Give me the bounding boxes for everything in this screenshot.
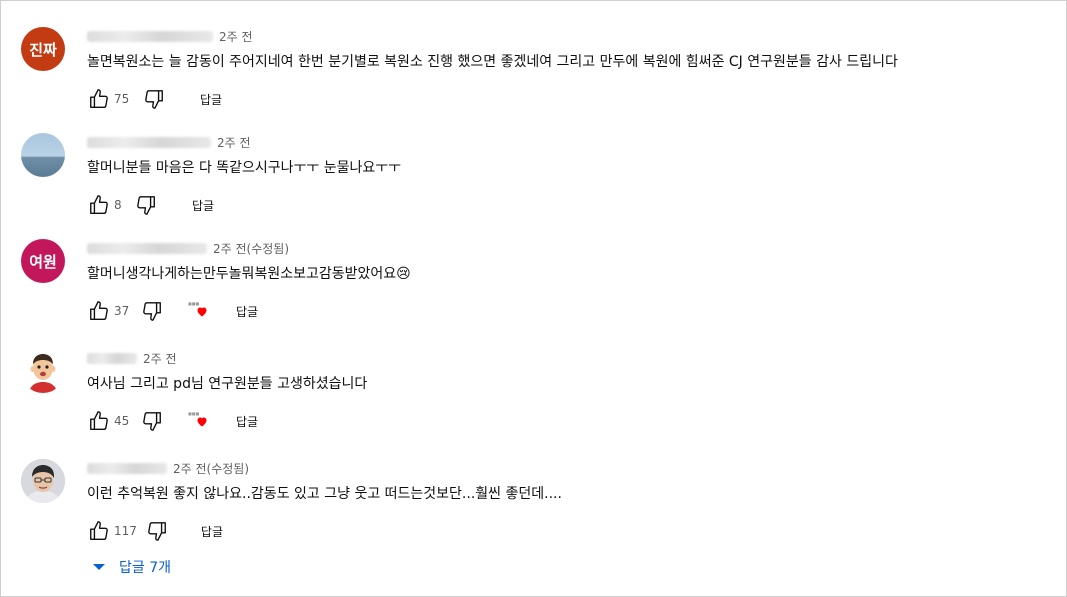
comment-body: 2주 전 여사님 그리고 pd님 연구원분들 고생하셨습니다 45 ■■■ 답글 — [87, 349, 1061, 433]
author-name-blurred[interactable] — [87, 462, 167, 474]
person-photo-icon — [21, 459, 65, 503]
like-count: 117 — [114, 524, 137, 538]
comment-actions: 37 ■■■ 답글 — [87, 299, 1061, 323]
thumbs-down-icon — [145, 90, 163, 109]
heart-icon — [197, 307, 207, 317]
comment-meta: 2주 전 — [87, 133, 1061, 151]
creator-heart-badge: ■■■ — [188, 410, 214, 432]
like-button[interactable] — [87, 409, 111, 433]
comment-text: 여사님 그리고 pd님 연구원분들 고생하셨습니다 — [87, 376, 368, 392]
caret-down-icon — [93, 564, 105, 570]
reply-button[interactable]: 답글 — [194, 87, 228, 112]
thumbs-up-icon — [90, 411, 108, 430]
comment-meta: 2주 전(수정됨) — [87, 459, 1061, 477]
comment-body: 2주 전 놀면복원소는 늘 감동이 주어지네여 한번 분기별로 복원소 진행 했… — [87, 27, 1061, 111]
avatar[interactable] — [21, 459, 65, 503]
avatar[interactable] — [21, 349, 65, 393]
thumbs-up-icon — [90, 301, 108, 320]
comment-time[interactable]: 2주 전(수정됨) — [213, 240, 289, 257]
child-face-icon — [21, 349, 65, 393]
comment-time[interactable]: 2주 전 — [219, 28, 253, 45]
dislike-button[interactable] — [134, 193, 158, 217]
like-button[interactable] — [87, 299, 111, 323]
like-count: 8 — [114, 198, 122, 212]
comment-text: 놀면복원소는 늘 감동이 주어지네여 한번 분기별로 복원소 진행 했으면 좋겠… — [87, 54, 898, 70]
comment-text: 할머니생각나게하는만두놀뭐복원소보고감동받았어요😢 — [87, 266, 411, 282]
like-button[interactable] — [87, 193, 111, 217]
thumbs-up-icon — [90, 521, 108, 540]
author-name-blurred[interactable] — [87, 30, 213, 42]
comment-actions: 117 답글 — [87, 519, 1061, 543]
like-button[interactable] — [87, 519, 111, 543]
creator-heart-badge: ■■■ — [188, 300, 214, 322]
comment-time[interactable]: 2주 전 — [143, 350, 177, 367]
thumbs-down-icon — [148, 522, 166, 541]
reply-button[interactable]: 답글 — [186, 193, 220, 218]
comment-actions: 8 답글 — [87, 193, 1061, 217]
avatar[interactable] — [21, 133, 65, 177]
comment-meta: 2주 전 — [87, 349, 1061, 367]
thumbs-up-icon — [90, 195, 108, 214]
avatar[interactable]: 진짜 — [21, 27, 65, 71]
comment-meta: 2주 전 — [87, 27, 1061, 45]
avatar-label: 진짜 — [29, 40, 57, 59]
like-button[interactable] — [87, 87, 111, 111]
comment-text: 할머니분들 마음은 다 똑같으시구나ㅜㅜ 눈물나요ㅜㅜ — [87, 160, 402, 176]
reply-button[interactable]: 답글 — [195, 519, 229, 544]
thumbs-down-icon — [143, 302, 161, 321]
avatar[interactable]: 여원 — [21, 239, 65, 283]
thumbs-up-icon — [90, 89, 108, 108]
comment-time[interactable]: 2주 전(수정됨) — [173, 460, 249, 477]
thumbs-down-icon — [143, 412, 161, 431]
thumbs-down-icon — [137, 196, 155, 215]
dislike-button[interactable] — [145, 519, 169, 543]
author-name-blurred[interactable] — [87, 352, 137, 364]
reply-button[interactable]: 답글 — [230, 299, 264, 324]
dislike-button[interactable] — [140, 299, 164, 323]
comment-meta: 2주 전(수정됨) — [87, 239, 1061, 257]
comment-body: 2주 전 할머니분들 마음은 다 똑같으시구나ㅜㅜ 눈물나요ㅜㅜ 8 답글 — [87, 133, 1061, 217]
comment-text: 이런 추억복원 좋지 않나요..감동도 있고 그냥 웃고 떠드는것보단...훨씬… — [87, 486, 562, 502]
like-count: 45 — [114, 414, 130, 428]
comment-body: 2주 전(수정됨) 할머니생각나게하는만두놀뭐복원소보고감동받았어요😢 37 ■… — [87, 239, 1061, 323]
comment-actions: 45 ■■■ 답글 — [87, 409, 1061, 433]
dislike-button[interactable] — [140, 409, 164, 433]
comment-actions: 75 답글 — [87, 87, 1061, 111]
comment-body: 2주 전(수정됨) 이런 추억복원 좋지 않나요..감동도 있고 그냥 웃고 떠… — [87, 459, 1061, 543]
dislike-button[interactable] — [142, 87, 166, 111]
heart-icon — [197, 417, 207, 427]
author-name-blurred[interactable] — [87, 242, 207, 254]
comment-time[interactable]: 2주 전 — [217, 134, 251, 151]
avatar-label: 여원 — [29, 252, 57, 271]
comments-panel: 진짜 2주 전 놀면복원소는 늘 감동이 주어지네여 한번 분기별로 복원소 진… — [0, 0, 1067, 597]
like-count: 75 — [114, 92, 130, 106]
view-replies-label: 답글 7개 — [119, 560, 171, 576]
like-count: 37 — [114, 304, 130, 318]
reply-button[interactable]: 답글 — [230, 409, 264, 434]
author-name-blurred[interactable] — [87, 136, 211, 148]
view-replies-button[interactable]: 답글 7개 — [87, 555, 171, 579]
